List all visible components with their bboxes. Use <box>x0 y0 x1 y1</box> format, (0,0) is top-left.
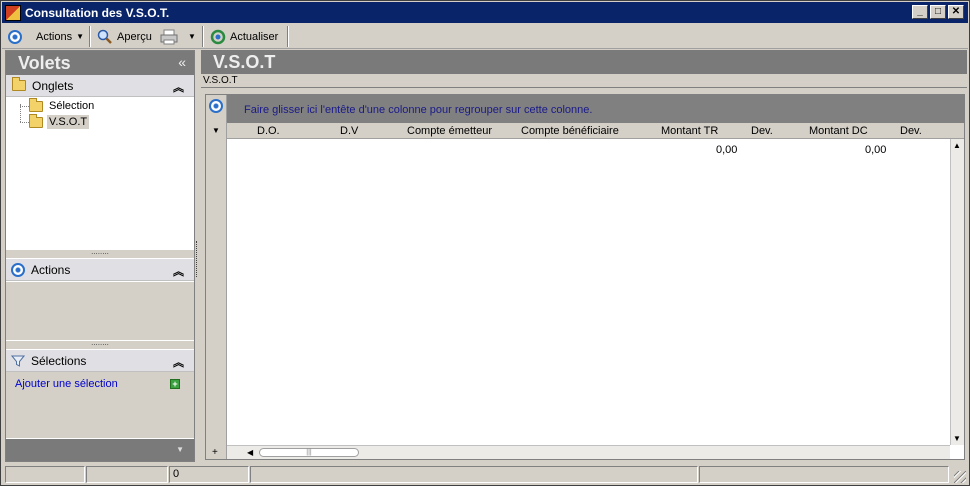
tree-item-selection[interactable]: Sélection <box>29 97 96 114</box>
main-window: Consultation des V.S.O.T. _ □ ✕ Actions … <box>0 0 970 486</box>
group-by-area[interactable]: Faire glisser ici l'entête d'une colonne… <box>206 95 964 123</box>
column-header-dev[interactable]: Dev. <box>751 125 773 137</box>
chevron-down-icon: ▼ <box>76 32 84 41</box>
tree-item-vsot[interactable]: V.S.O.T <box>29 113 90 130</box>
actions-label: Actions <box>36 30 73 43</box>
add-selection-link[interactable]: Ajouter une sélection <box>15 378 118 390</box>
app-icon <box>5 5 21 21</box>
actions-section-body <box>6 282 194 340</box>
status-count: 0 <box>169 466 249 483</box>
apercu-label: Aperçu <box>117 30 152 43</box>
toolbar: Actions ▼ Aperçu ▼ Actualiser <box>2 24 968 49</box>
actualiser-button[interactable]: Actualiser <box>206 26 282 47</box>
chevron-up-icon[interactable]: ︽ <box>173 354 184 370</box>
column-header-compte-beneficiaire[interactable]: Compte bénéficiaire <box>521 125 619 137</box>
scrollbar-thumb[interactable]: ||| <box>259 448 359 457</box>
splitter-grip[interactable]: ........ <box>6 339 194 349</box>
status-bar: 0 <box>2 464 968 485</box>
maximize-button[interactable]: □ <box>930 5 946 19</box>
onglets-tree: Sélection V.S.O.T <box>6 97 194 248</box>
splitter-grip[interactable]: ........ <box>6 248 194 258</box>
chevron-down-icon[interactable]: ▼ <box>176 445 184 454</box>
status-cell <box>5 466 85 483</box>
toolbar-separator <box>89 26 91 47</box>
magnifier-icon <box>97 29 112 44</box>
selections-section-body: Ajouter une sélection + <box>6 372 194 438</box>
onglets-section-header[interactable]: Onglets ︽ <box>6 75 194 97</box>
status-cell <box>250 466 698 483</box>
scroll-up-icon[interactable]: ▲ <box>953 141 961 150</box>
window-title: Consultation des V.S.O.T. <box>25 6 170 20</box>
chevron-up-icon[interactable]: ︽ <box>173 263 184 279</box>
folder-icon <box>12 77 26 91</box>
column-header-montant-tr[interactable]: Montant TR <box>661 125 718 137</box>
group-by-hint: Faire glisser ici l'entête d'une colonne… <box>244 104 593 116</box>
column-header-dev-2[interactable]: Dev. <box>900 125 922 137</box>
apercu-button[interactable]: Aperçu <box>93 26 156 47</box>
tab-vsot[interactable]: V.S.O.T <box>203 75 238 86</box>
volets-footer: ▼ <box>6 439 194 461</box>
scroll-left-icon[interactable]: ◀ <box>247 448 253 457</box>
actions-section-header[interactable]: Actions ︽ <box>6 259 194 281</box>
resize-grip-icon[interactable] <box>954 471 966 483</box>
actualiser-label: Actualiser <box>230 30 279 43</box>
vertical-splitter[interactable] <box>196 241 199 277</box>
vsot-panel: V.S.O.T V.S.O.T Faire glisser ici l'entê… <box>201 50 967 462</box>
column-chooser-icon[interactable] <box>209 99 223 113</box>
tab-strip: V.S.O.T <box>201 74 967 88</box>
actions-ring-icon <box>11 262 25 277</box>
volets-header: Volets « <box>6 51 194 75</box>
selections-section-label: Sélections <box>31 353 87 368</box>
actions-menu-button[interactable]: Actions ▼ <box>4 26 88 47</box>
title-bar: Consultation des V.S.O.T. _ □ ✕ <box>2 2 968 23</box>
volets-panel: Volets « Onglets ︽ Sélection V.S.O.T ...… <box>5 50 195 462</box>
tree-item-label: Sélection <box>49 100 95 112</box>
vsot-title: V.S.O.T <box>213 52 276 72</box>
row-selector-gutter <box>206 95 227 459</box>
status-cell <box>86 466 168 483</box>
tab-underline <box>201 87 967 88</box>
total-montant-dc: 0,00 <box>865 144 887 156</box>
refresh-icon <box>210 29 226 44</box>
scroll-down-icon[interactable]: ▼ <box>953 434 961 443</box>
column-header-compte-emetteur[interactable]: Compte émetteur <box>407 125 492 137</box>
filter-icon <box>11 355 25 367</box>
toolbar-separator <box>287 26 289 47</box>
total-montant-tr: 0,00 <box>716 144 738 156</box>
chevron-up-icon[interactable]: ︽ <box>173 79 184 95</box>
minimize-button[interactable]: _ <box>912 5 928 19</box>
status-cell <box>699 466 949 483</box>
add-icon[interactable]: + <box>170 379 180 389</box>
actions-ring-icon <box>8 29 22 44</box>
column-header-row: D.O. D.V Compte émetteur Compte bénéfici… <box>227 123 964 139</box>
volets-title: Volets <box>18 53 71 73</box>
selections-section-header[interactable]: Sélections ︽ <box>6 350 194 372</box>
tree-item-label: V.S.O.T <box>47 115 90 129</box>
horizontal-scrollbar[interactable]: ◀ ||| <box>227 445 950 459</box>
column-header-montant-dc[interactable]: Montant DC <box>809 125 868 137</box>
folder-icon <box>29 97 43 112</box>
chevron-down-icon[interactable]: ▼ <box>188 32 196 41</box>
vsot-header: V.S.O.T <box>201 50 967 74</box>
column-header-do[interactable]: D.O. <box>257 125 280 137</box>
onglets-label: Onglets <box>32 78 74 93</box>
close-button[interactable]: ✕ <box>948 5 964 19</box>
vertical-scrollbar[interactable]: ▲ ▼ <box>950 139 964 445</box>
data-grid: Faire glisser ici l'entête d'une colonne… <box>205 94 965 460</box>
chevron-down-icon[interactable]: ▼ <box>212 126 220 135</box>
tree-connector <box>20 122 29 123</box>
tree-connector <box>20 106 29 107</box>
open-folder-icon <box>29 113 43 128</box>
window-controls: _ □ ✕ <box>912 5 964 19</box>
toolbar-separator <box>202 26 204 47</box>
column-header-dv[interactable]: D.V <box>340 125 358 137</box>
collapse-panel-icon[interactable]: « <box>178 54 186 70</box>
printer-icon <box>160 29 178 44</box>
print-button[interactable]: ▼ <box>156 26 200 47</box>
actions-section-label: Actions <box>31 262 71 277</box>
expand-icon[interactable]: + <box>212 447 218 458</box>
